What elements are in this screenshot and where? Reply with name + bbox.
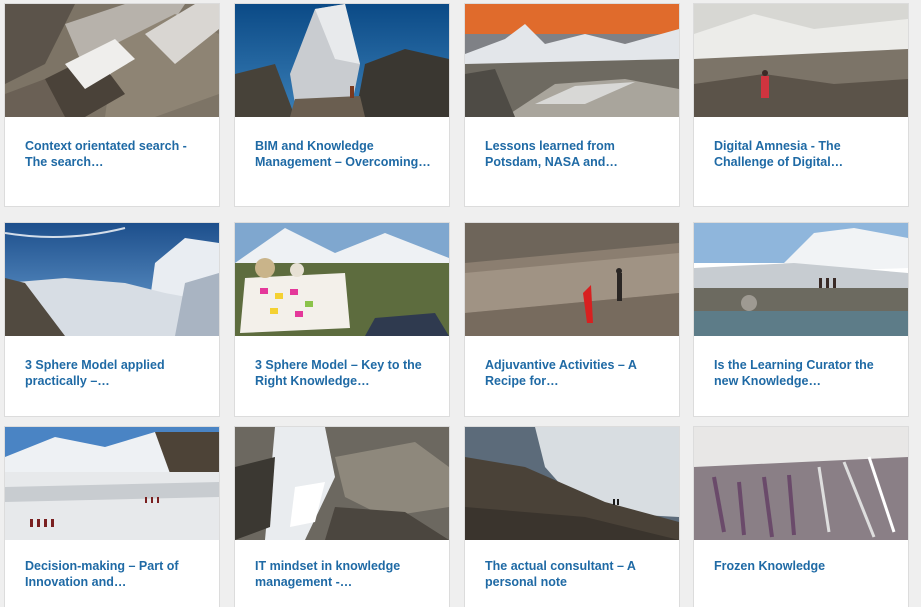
post-thumbnail[interactable] [694, 4, 908, 117]
post-title[interactable]: Digital Amnesia - The Challenge of Digit… [714, 138, 894, 170]
post-card[interactable]: 3 Sphere Model – Key to the Right Knowle… [235, 223, 449, 416]
post-title[interactable]: Adjuvantive Activities – A Recipe for… [485, 357, 665, 389]
post-card[interactable]: Adjuvantive Activities – A Recipe for… [465, 223, 679, 416]
post-card[interactable]: BIM and Knowledge Management – Overcomin… [235, 4, 449, 206]
post-title[interactable]: Lessons learned from Potsdam, NASA and… [485, 138, 665, 170]
post-thumbnail[interactable] [465, 427, 679, 540]
post-card[interactable]: Digital Amnesia - The Challenge of Digit… [694, 4, 908, 206]
post-thumbnail[interactable] [235, 223, 449, 336]
post-card[interactable]: Frozen Knowledge [694, 427, 908, 607]
post-card[interactable]: Decision-making – Part of Innovation and… [5, 427, 219, 607]
post-title[interactable]: Frozen Knowledge [714, 558, 894, 574]
post-title[interactable]: 3 Sphere Model – Key to the Right Knowle… [255, 357, 435, 389]
post-thumbnail[interactable] [5, 223, 219, 336]
post-card[interactable]: 3 Sphere Model applied practically –… [5, 223, 219, 416]
post-thumbnail[interactable] [694, 223, 908, 336]
post-card[interactable]: Context orientated search - The search… [5, 4, 219, 206]
post-card[interactable]: The actual consultant – A personal note [465, 427, 679, 607]
post-thumbnail[interactable] [235, 427, 449, 540]
post-title[interactable]: IT mindset in knowledge management -… [255, 558, 435, 590]
post-card[interactable]: Is the Learning Curator the new Knowledg… [694, 223, 908, 416]
post-thumbnail[interactable] [5, 427, 219, 540]
post-thumbnail[interactable] [694, 427, 908, 540]
post-thumbnail[interactable] [465, 223, 679, 336]
post-title[interactable]: Context orientated search - The search… [25, 138, 205, 170]
post-thumbnail[interactable] [235, 4, 449, 117]
post-title[interactable]: BIM and Knowledge Management – Overcomin… [255, 138, 435, 170]
post-title[interactable]: 3 Sphere Model applied practically –… [25, 357, 205, 389]
post-thumbnail[interactable] [465, 4, 679, 117]
post-title[interactable]: Is the Learning Curator the new Knowledg… [714, 357, 894, 389]
post-title[interactable]: Decision-making – Part of Innovation and… [25, 558, 205, 590]
post-thumbnail[interactable] [5, 4, 219, 117]
post-card[interactable]: IT mindset in knowledge management -… [235, 427, 449, 607]
post-title[interactable]: The actual consultant – A personal note [485, 558, 665, 590]
post-grid: Context orientated search - The search… … [0, 0, 921, 607]
post-card[interactable]: Lessons learned from Potsdam, NASA and… [465, 4, 679, 206]
